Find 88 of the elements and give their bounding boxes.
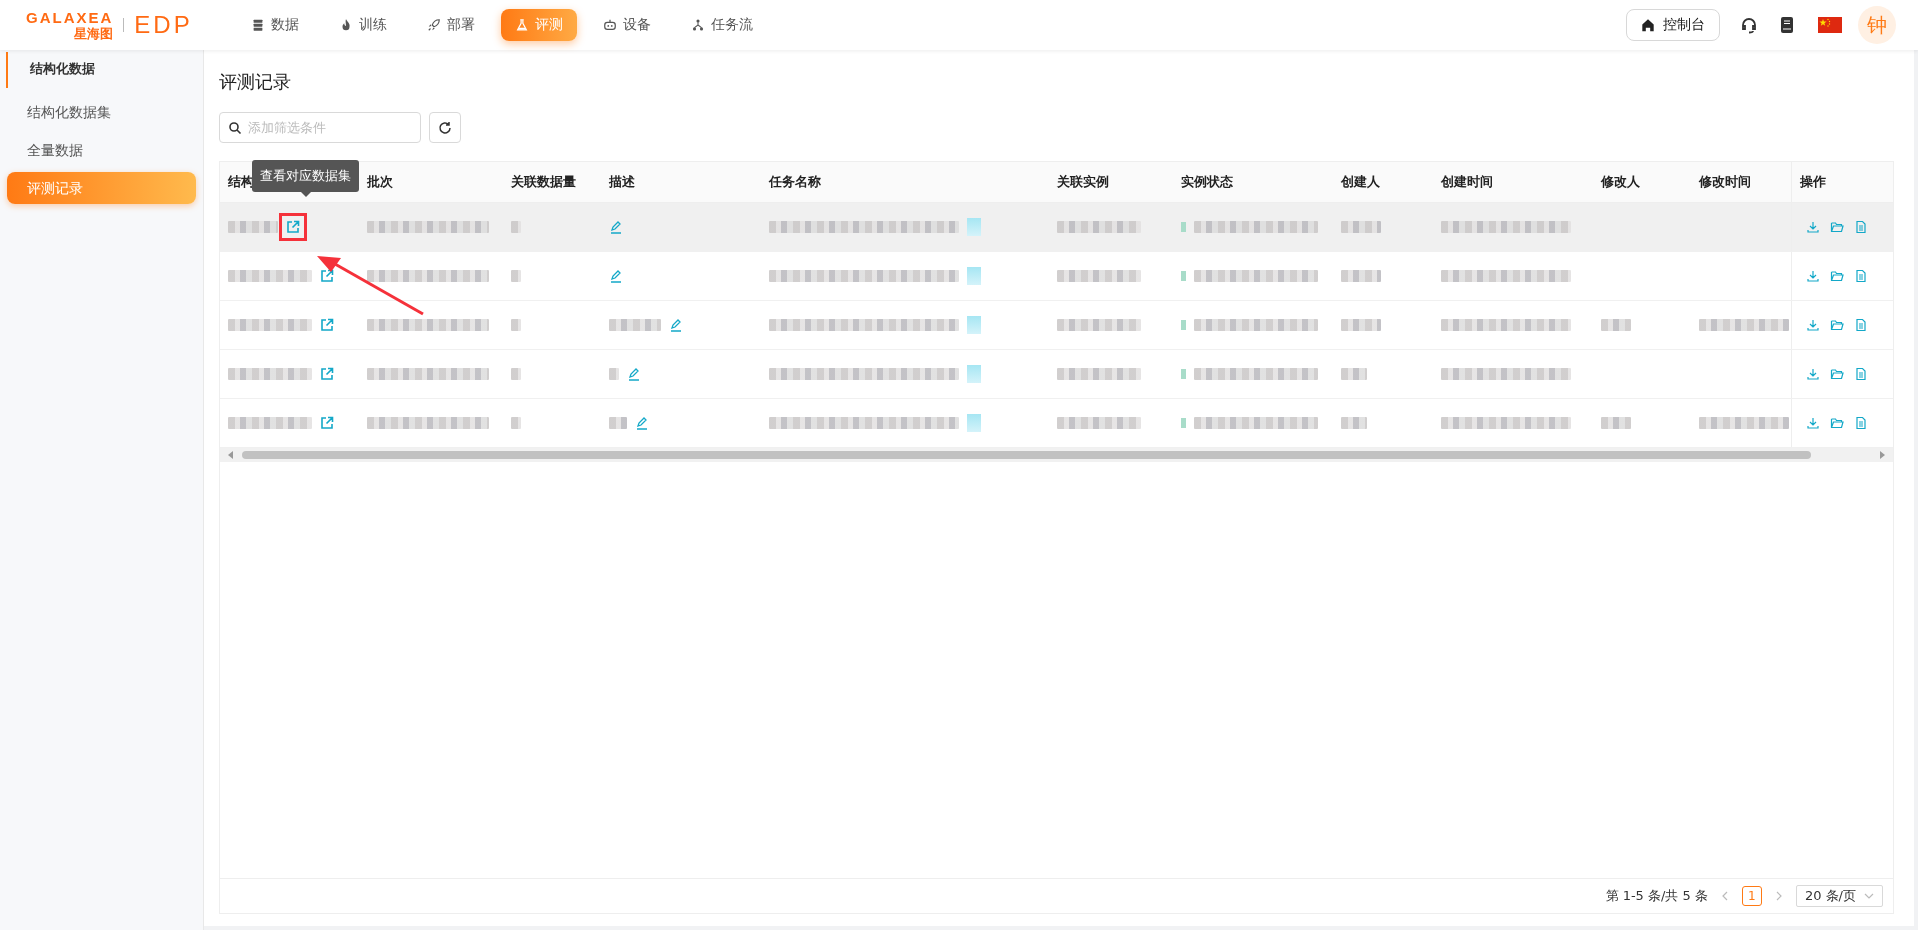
- folder-icon[interactable]: [1830, 416, 1844, 430]
- external-link-icon[interactable]: [320, 416, 334, 430]
- nav-tab[interactable]: 数据: [236, 9, 313, 41]
- headset-icon[interactable]: [1740, 16, 1758, 34]
- search-icon: [228, 121, 242, 135]
- china-flag-icon[interactable]: [1818, 17, 1842, 33]
- robot-icon: [602, 18, 617, 32]
- column-header: 实例状态: [1181, 173, 1233, 191]
- console-button[interactable]: 控制台: [1626, 9, 1720, 41]
- hierarchy-icon: [690, 18, 705, 32]
- flask-icon: [514, 18, 529, 32]
- document-icon[interactable]: [1854, 220, 1868, 234]
- blurred-text: [228, 221, 278, 233]
- blurred-text: [511, 221, 521, 233]
- column-header: 创建人: [1341, 173, 1380, 191]
- column-header: 任务名称: [769, 173, 821, 191]
- external-link-icon[interactable]: [320, 269, 334, 283]
- blurred-tag: [967, 365, 981, 383]
- document-icon[interactable]: [1854, 318, 1868, 332]
- sidebar-item[interactable]: 全量数据: [7, 134, 196, 166]
- pagination-summary: 第 1-5 条/共 5 条: [1605, 887, 1708, 905]
- horizontal-scrollbar[interactable]: [220, 448, 1893, 462]
- nav-tab[interactable]: 训练: [324, 9, 401, 41]
- refresh-icon: [438, 120, 452, 135]
- scroll-left-icon[interactable]: [226, 450, 236, 460]
- product-name: EDP: [134, 11, 193, 39]
- blurred-text: [609, 319, 661, 331]
- folder-icon[interactable]: [1830, 318, 1844, 332]
- blurred-tag: [967, 267, 981, 285]
- tooltip: 查看对应数据集: [252, 160, 359, 197]
- blurred-text: [1341, 319, 1381, 331]
- document-icon[interactable]: [1854, 367, 1868, 381]
- blurred-tag: [967, 218, 981, 236]
- edit-icon[interactable]: [635, 416, 649, 430]
- blurred-text: [1341, 221, 1381, 233]
- column-header: 批次: [367, 173, 393, 191]
- download-icon[interactable]: [1806, 318, 1820, 332]
- download-icon[interactable]: [1806, 220, 1820, 234]
- blurred-text: [511, 319, 521, 331]
- rocket-icon: [426, 18, 441, 32]
- column-header: 创建时间: [1441, 173, 1493, 191]
- refresh-button[interactable]: [429, 112, 461, 143]
- blurred-tag: [967, 414, 981, 432]
- logo-brand: GALAXEA: [26, 10, 114, 25]
- folder-icon[interactable]: [1830, 367, 1844, 381]
- download-icon[interactable]: [1806, 416, 1820, 430]
- blurred-text: [1341, 368, 1367, 380]
- download-icon[interactable]: [1806, 269, 1820, 283]
- blurred-text: [511, 417, 521, 429]
- nav-tab[interactable]: 任务流: [676, 9, 767, 41]
- column-header: 操作: [1800, 173, 1826, 191]
- sidebar-item[interactable]: 结构化数据集: [7, 96, 196, 128]
- book-icon[interactable]: [1778, 16, 1796, 34]
- page-title: 评测记录: [219, 70, 292, 94]
- blurred-text: [609, 368, 619, 380]
- page-size-select[interactable]: 20 条/页: [1795, 885, 1883, 907]
- external-link-icon[interactable]: [286, 220, 300, 234]
- blurred-text: [609, 417, 627, 429]
- edit-icon[interactable]: [609, 220, 623, 234]
- blurred-tag: [967, 316, 981, 334]
- column-header: 关联实例: [1057, 173, 1109, 191]
- download-icon[interactable]: [1806, 367, 1820, 381]
- blurred-text: [1341, 270, 1381, 282]
- column-header: 描述: [609, 173, 635, 191]
- blurred-text: [1341, 417, 1367, 429]
- blurred-text: [511, 368, 521, 380]
- edit-icon[interactable]: [627, 367, 641, 381]
- external-link-icon[interactable]: [320, 367, 334, 381]
- dropdown-caret-icon: [1864, 891, 1874, 901]
- blurred-text: [1601, 417, 1631, 429]
- logo-subtitle: 星海图: [74, 27, 114, 40]
- folder-icon[interactable]: [1830, 220, 1844, 234]
- edit-icon[interactable]: [669, 318, 683, 332]
- home-icon: [1641, 18, 1655, 32]
- column-header: 修改人: [1601, 173, 1640, 191]
- external-link-icon[interactable]: [320, 318, 334, 332]
- filter-field[interactable]: 添加筛选条件: [219, 112, 421, 143]
- blurred-text: [511, 270, 521, 282]
- nav-tab[interactable]: 部署: [412, 9, 489, 41]
- blurred-text: [1601, 319, 1631, 331]
- edit-icon[interactable]: [609, 269, 623, 283]
- nav-tab[interactable]: 设备: [588, 9, 665, 41]
- scroll-right-icon[interactable]: [1877, 450, 1887, 460]
- document-icon[interactable]: [1854, 416, 1868, 430]
- column-header: 关联数据量: [511, 173, 576, 191]
- document-icon[interactable]: [1854, 269, 1868, 283]
- folder-icon[interactable]: [1830, 269, 1844, 283]
- column-header: 修改时间: [1699, 173, 1751, 191]
